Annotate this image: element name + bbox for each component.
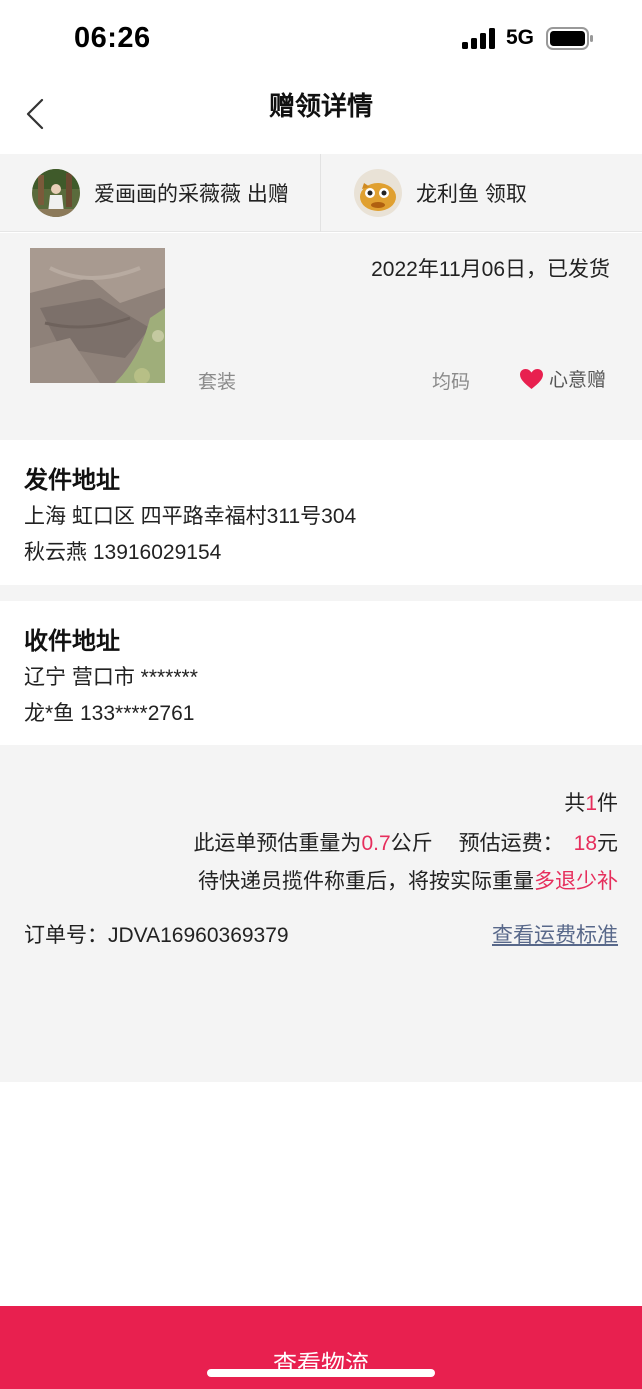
count-prefix: 共 (564, 792, 586, 815)
receiver-address-title: 收件地址 (24, 628, 120, 655)
page-title: 赠领详情 (268, 91, 373, 121)
sender-address-text: 上海 虹口区 四平路幸福村311号304 (24, 505, 357, 528)
status-time: 06:26 (74, 22, 151, 54)
weight-and-fee: 此运单预估重量为0.7公斤 预估运费： 18元 (193, 827, 618, 857)
count-value: 1 (585, 792, 597, 815)
status-bar: 06:26 5G (0, 0, 642, 78)
weight-adjust-note: 待快递员揽件称重后，将按实际重量多退少补 (198, 865, 618, 895)
weight-unit: 公斤 (390, 832, 433, 855)
sender-contact: 秋云燕 13916029154 (24, 541, 222, 564)
item-card[interactable]: 2022年11月06日，已发货 套装 均码 心意赠 (0, 233, 642, 440)
receiver-name: 龙利鱼 领取 (416, 183, 527, 206)
giver-name: 爱画画的采薇薇 出赠 (94, 183, 289, 206)
receiver-profile[interactable]: 龙利鱼 领取 (354, 154, 527, 232)
gift-parties: 爱画画的采薇薇 出赠 龙利鱼 领取 (0, 154, 642, 232)
sender-address-title: 发件地址 (24, 467, 120, 494)
battery-icon (546, 27, 593, 50)
receiver-address-section: 收件地址 辽宁 营口市 ******* 龙*鱼 133****2761 (0, 601, 642, 745)
receiver-address-text: 辽宁 营口市 ******* (24, 666, 198, 689)
note-prefix: 待快递员揽件称重后，将按实际重量 (198, 870, 534, 893)
fee-prefix: 预估运费： (458, 832, 564, 855)
fee-value: 18 (573, 832, 597, 855)
weight-prefix: 此运单预估重量为 (193, 832, 362, 855)
item-count: 共1件 (564, 787, 618, 817)
fee-unit: 元 (597, 832, 618, 855)
item-photo[interactable] (30, 248, 165, 383)
order-number: 订单号：JDVA16960369379 (24, 919, 289, 949)
order-number-value: JDVA16960369379 (108, 924, 289, 947)
order-label: 订单号： (24, 924, 108, 947)
fee-standard-link[interactable]: 查看运费标准 (492, 919, 618, 949)
receiver-contact: 龙*鱼 133****2761 (24, 702, 195, 725)
giver-avatar[interactable] (32, 169, 80, 217)
weight-value: 0.7 (361, 832, 391, 855)
shipping-summary: 共1件 此运单预估重量为0.7公斤 预估运费： 18元 待快递员揽件称重后，将按实际… (0, 745, 642, 1082)
note-highlight: 多退少补 (534, 870, 618, 893)
receiver-avatar[interactable] (354, 169, 402, 217)
shipping-status: 2022年11月06日，已发货 (371, 258, 610, 281)
parties-divider (320, 154, 321, 232)
gift-type-badge: 心意赠 (519, 365, 606, 392)
heart-icon (520, 368, 543, 389)
gift-type-label: 心意赠 (549, 370, 607, 391)
section-divider (0, 585, 642, 601)
navigation-bar: 赠领详情 (0, 78, 642, 154)
network-type: 5G (506, 26, 535, 49)
home-indicator[interactable] (207, 1369, 435, 1377)
item-category: 套装 (198, 372, 237, 393)
signal-icon (462, 28, 495, 49)
count-suffix: 件 (597, 792, 618, 815)
item-size: 均码 (432, 372, 471, 393)
giver-profile[interactable]: 爱画画的采薇薇 出赠 (32, 154, 289, 232)
sender-address-section: 发件地址 上海 虹口区 四平路幸福村311号304 秋云燕 1391602915… (0, 440, 642, 585)
